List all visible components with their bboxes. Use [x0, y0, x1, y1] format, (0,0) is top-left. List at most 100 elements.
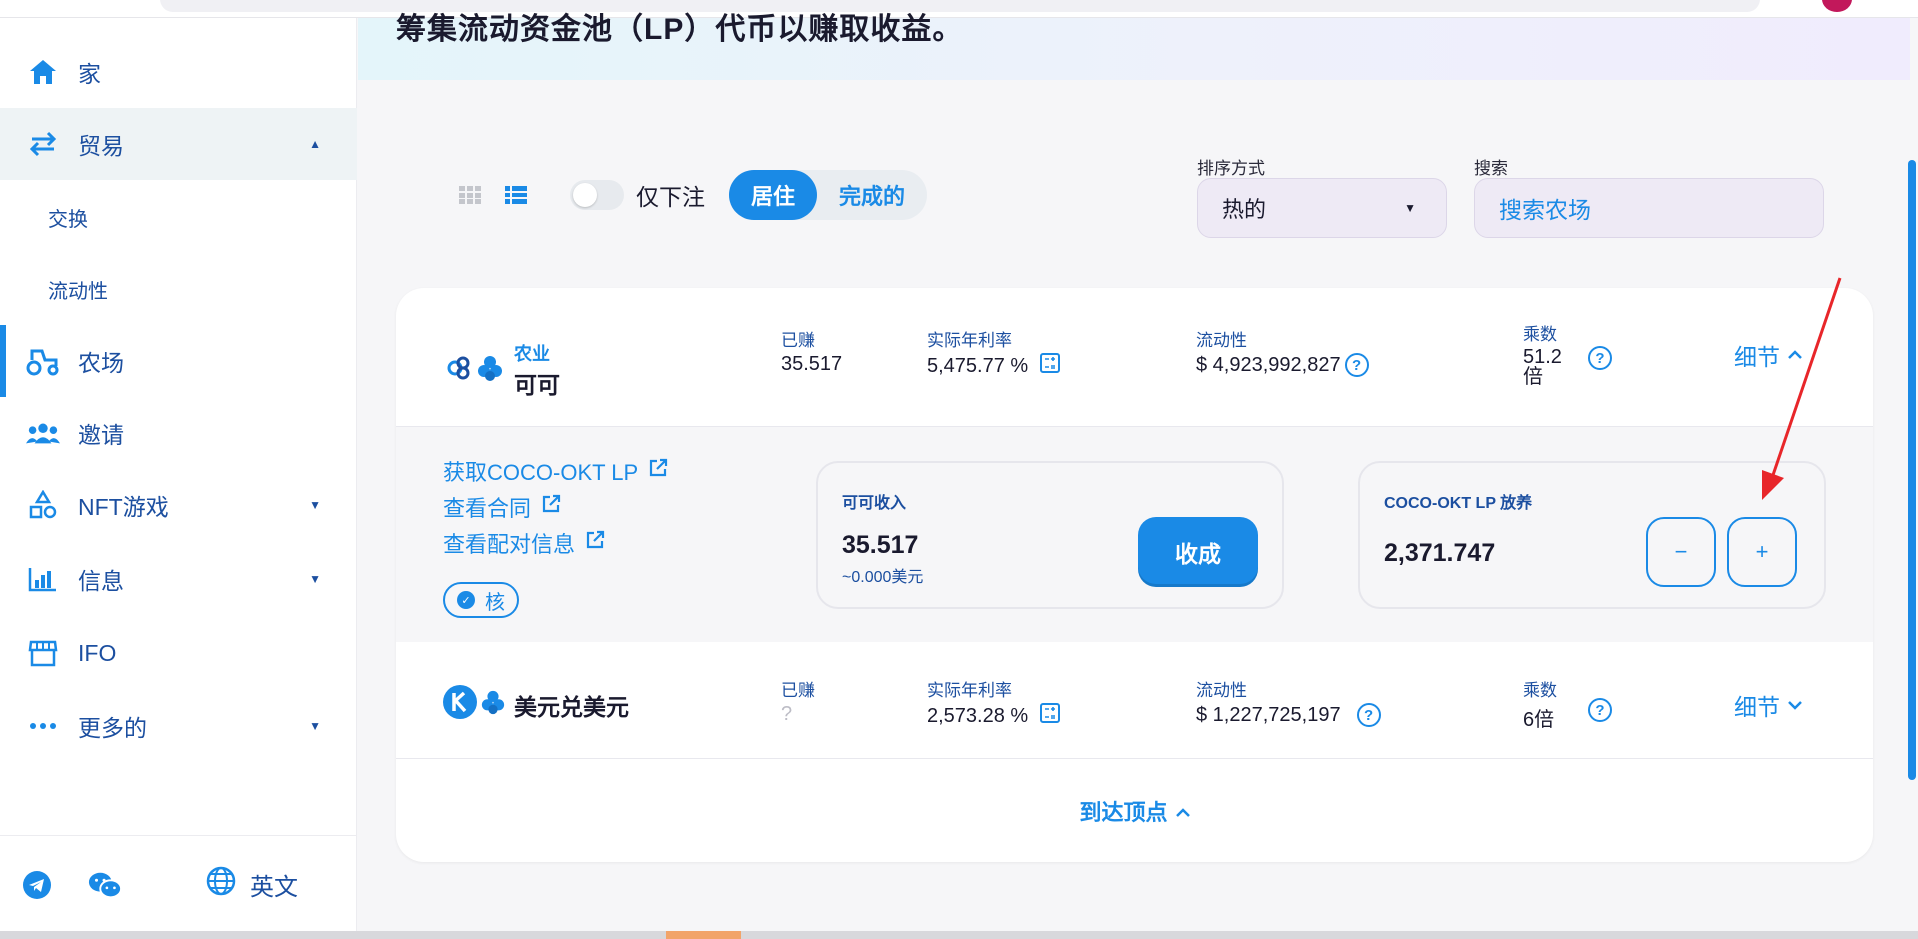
sidebar-item-info[interactable]: 信息 ▼	[0, 543, 357, 615]
apr-label: 实际年利率	[927, 681, 1012, 700]
earned-panel-title: 可可收入	[842, 495, 907, 512]
language-selector[interactable]: 英文	[206, 866, 298, 903]
telegram-icon[interactable]	[20, 868, 54, 902]
horizontal-scrollbar[interactable]	[0, 931, 1918, 939]
sort-value: 热的	[1222, 197, 1267, 222]
farm-name: 美元兑美元	[514, 693, 629, 720]
apr-value: 2,573.28 %	[927, 704, 1029, 727]
active-indicator	[0, 325, 6, 397]
sidebar-subitem-label: 流动性	[48, 280, 108, 303]
unstake-minus-button[interactable]: −	[1646, 517, 1716, 587]
sidebar-subitem-label: 交换	[48, 208, 88, 231]
farm-token-pair: 农业 可可	[444, 340, 560, 400]
shop-icon	[26, 636, 60, 670]
farm-tag: 农业	[514, 344, 550, 364]
sidebar-item-label: 家	[78, 61, 101, 87]
sort-select[interactable]: 热的 ▼	[1197, 178, 1447, 238]
earned-label: 已赚	[781, 331, 815, 350]
chevron-up-icon	[1788, 347, 1802, 363]
sidebar-item-home[interactable]: 家	[0, 36, 357, 108]
multiplier-value: 6倍	[1523, 709, 1555, 731]
grid-view-icon[interactable]	[458, 183, 482, 207]
earned-value: 35.517	[781, 353, 843, 375]
sidebar-item-label: 更多的	[78, 715, 147, 741]
verified-check-icon: ✓	[457, 591, 475, 609]
kusd-token-icon	[442, 684, 478, 725]
calculator-icon[interactable]	[1040, 353, 1061, 379]
search-input[interactable]: 搜索农场	[1474, 178, 1824, 238]
multiplier-cell: 乘数 51.2 倍	[1523, 320, 1573, 387]
table-row[interactable]: 美元兑美元 已赚 ? 实际年利率 2,573.28 % 流动性 $ 1,227,…	[396, 642, 1873, 758]
details-toggle[interactable]: 细节	[1734, 688, 1802, 722]
language-label: 英文	[250, 874, 298, 901]
sidebar-item-more[interactable]: 更多的 ▼	[0, 690, 357, 762]
apr-cell: 实际年利率 2,573.28 %	[927, 676, 1061, 729]
link-label: 查看配对信息	[443, 532, 576, 557]
help-icon[interactable]: ?	[1588, 346, 1612, 370]
liquidity-cell: 流动性 $ 4,923,992,827 ?	[1196, 326, 1369, 377]
view-contract-link[interactable]: 查看合同	[443, 491, 561, 523]
horizontal-scrollbar-thumb[interactable]	[666, 931, 741, 939]
details-toggle[interactable]: 细节	[1734, 338, 1802, 372]
sidebar-item-farms[interactable]: 农场	[0, 325, 357, 397]
back-to-top-button[interactable]: 到达顶点	[1079, 795, 1190, 827]
sidebar-item-label: 农场	[78, 350, 124, 376]
okt-token-icon	[444, 353, 474, 388]
wechat-icon[interactable]	[88, 868, 122, 902]
tab-finished[interactable]: 完成的	[817, 170, 927, 220]
main-content: 筹集流动资金池（LP）代币以赚取收益。 仅下注 居住 完成的 排序方式 热的 ▼…	[358, 13, 1918, 939]
sidebar-footer: 英文	[0, 835, 357, 939]
farm-controls: 仅下注 居住 完成的	[458, 170, 928, 220]
vertical-scrollbar[interactable]	[1908, 160, 1916, 780]
stake-plus-button[interactable]: +	[1727, 517, 1797, 587]
sidebar-subitem-liquidity[interactable]: 流动性	[0, 253, 357, 325]
tractor-icon	[26, 344, 60, 378]
link-label: 查看合同	[443, 496, 532, 521]
earned-cell: 已赚 ?	[781, 676, 815, 726]
chevron-down-icon: ▼	[309, 572, 321, 586]
sidebar-item-ifo[interactable]: IFO	[0, 617, 357, 689]
sidebar-item-label: 邀请	[78, 422, 124, 448]
home-icon	[26, 55, 60, 89]
coco-token-icon	[480, 689, 506, 720]
earned-value: ?	[781, 703, 793, 725]
more-dots-icon	[26, 709, 60, 743]
sidebar-item-trade[interactable]: 贸易 ▲	[0, 108, 357, 180]
multiplier-value: 51.2 倍	[1523, 346, 1562, 388]
list-view-icon[interactable]	[504, 183, 528, 207]
multiplier-label: 乘数	[1523, 681, 1557, 700]
help-icon[interactable]: ?	[1344, 353, 1369, 377]
table-row[interactable]: 农业 可可 已赚 35.517 实际年利率 5,475.77 % 流动性 $ 4…	[396, 288, 1873, 426]
earned-usd: ~0.000美元	[842, 569, 924, 586]
get-lp-link[interactable]: 获取COCO-OKT LP	[443, 455, 668, 487]
sidebar-subitem-exchange[interactable]: 交换	[0, 181, 357, 253]
staked-amount: 2,371.747	[1384, 539, 1496, 567]
multiplier-label: 乘数	[1523, 325, 1557, 344]
help-icon[interactable]: ?	[1588, 698, 1612, 722]
sidebar-item-label: IFO	[78, 639, 117, 666]
apr-label: 实际年利率	[927, 331, 1012, 350]
sidebar-item-label: NFT游戏	[78, 494, 169, 520]
caret-down-icon: ▼	[1404, 201, 1416, 215]
chevron-up-icon: ▲	[309, 137, 321, 151]
toggle-knob	[573, 183, 597, 207]
earned-amount: 35.517	[842, 531, 919, 559]
view-pair-info-link[interactable]: 查看配对信息	[443, 527, 605, 559]
liquidity-label: 流动性	[1196, 331, 1247, 350]
staked-only-toggle[interactable]	[570, 180, 624, 210]
profile-avatar[interactable]	[1822, 0, 1852, 12]
chevron-down-icon: ▼	[309, 719, 321, 733]
sidebar-item-label: 信息	[78, 568, 124, 594]
sidebar-item-invite[interactable]: 邀请	[0, 397, 357, 469]
multiplier-cell: 乘数 6倍	[1523, 676, 1557, 732]
chevron-down-icon	[1788, 697, 1802, 713]
swap-arrows-icon	[26, 127, 60, 161]
sidebar: 家 贸易 ▲ 交换 流动性 农场 邀请 NFT游戏 ▼ 信息 ▼ IFO 更多的…	[0, 18, 357, 939]
help-icon[interactable]: ?	[1356, 703, 1381, 727]
calculator-icon[interactable]	[1040, 703, 1061, 729]
tab-live[interactable]: 居住	[729, 170, 818, 220]
sidebar-item-nft-games[interactable]: NFT游戏 ▼	[0, 469, 357, 541]
coco-token-icon	[476, 354, 504, 387]
harvest-button[interactable]: 收成	[1138, 517, 1258, 587]
farms-table: 农业 可可 已赚 35.517 实际年利率 5,475.77 % 流动性 $ 4…	[396, 288, 1873, 862]
